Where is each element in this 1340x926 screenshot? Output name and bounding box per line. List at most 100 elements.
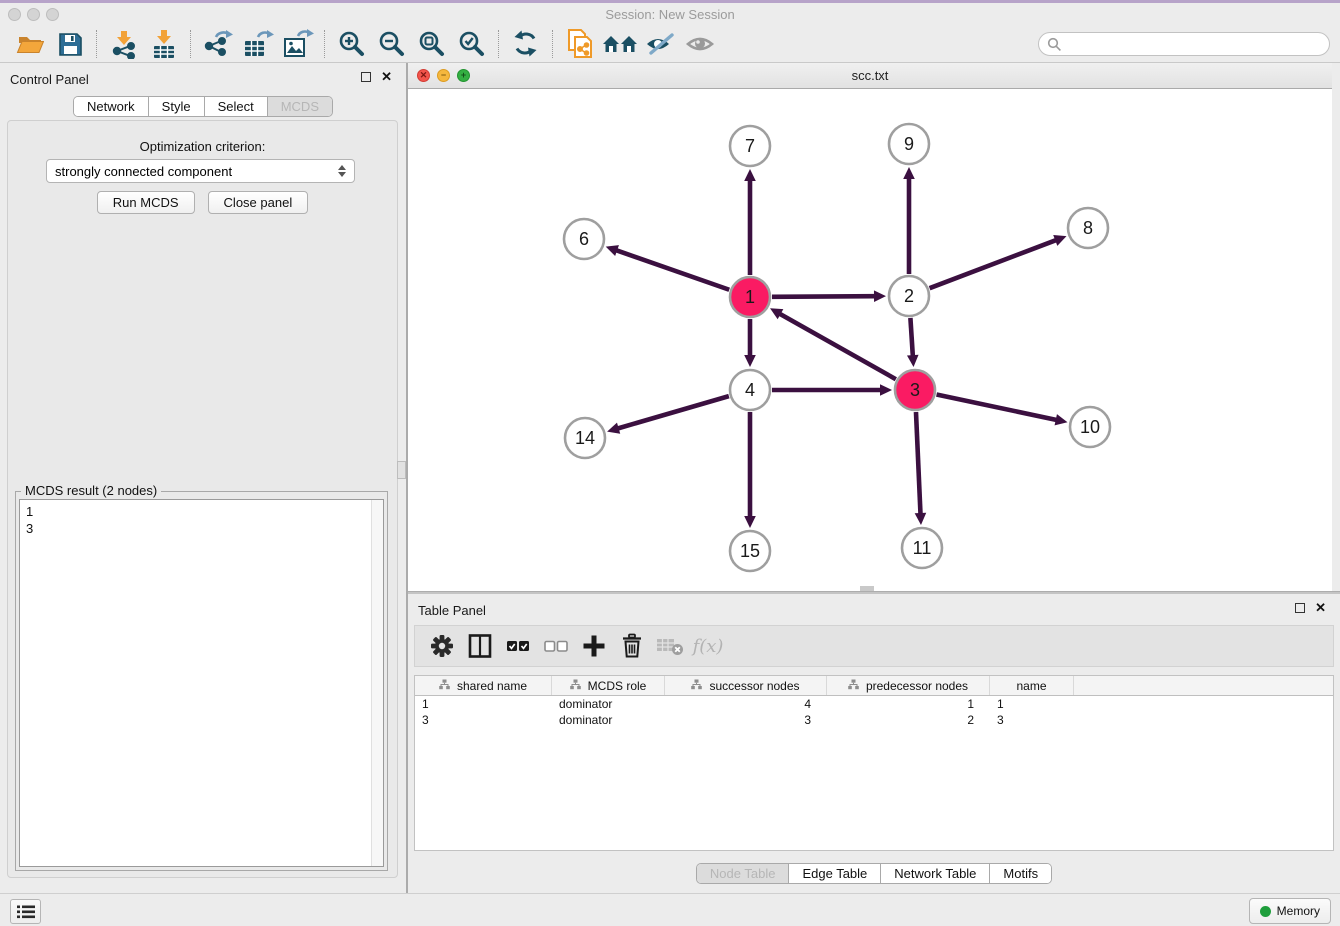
edge-3-11[interactable] — [915, 412, 927, 525]
node-7[interactable]: 7 — [730, 126, 770, 166]
tab-mcds[interactable]: MCDS — [268, 97, 332, 116]
export-network-button[interactable] — [198, 28, 238, 60]
column-header-name[interactable]: name — [990, 676, 1074, 695]
cell-name[interactable]: 1 — [990, 696, 1074, 712]
export-table-button[interactable] — [238, 28, 278, 60]
close-table-panel-icon[interactable]: ✕ — [1315, 603, 1326, 613]
edge-4-14[interactable] — [607, 396, 729, 434]
tab-network[interactable]: Network — [74, 97, 149, 116]
hide-selected-button[interactable] — [640, 28, 680, 60]
edge-2-9[interactable] — [903, 167, 915, 274]
edge-3-10[interactable] — [937, 395, 1068, 426]
column-header-predecessor-nodes[interactable]: predecessor nodes — [827, 676, 990, 695]
tab-style[interactable]: Style — [149, 97, 205, 116]
zoom-out-button[interactable] — [372, 28, 412, 60]
node-10[interactable]: 10 — [1070, 407, 1110, 447]
float-panel-icon[interactable] — [361, 72, 371, 82]
run-mcds-button[interactable]: Run MCDS — [97, 191, 195, 214]
search-input[interactable] — [1067, 36, 1329, 53]
show-all-button[interactable] — [680, 28, 720, 60]
delete-table-button[interactable] — [651, 629, 689, 663]
column-header-shared-name[interactable]: shared name — [415, 676, 552, 695]
cell-predecessor-nodes[interactable]: 2 — [827, 712, 990, 728]
toolbar-separator — [96, 30, 98, 58]
column-header-label: name — [1016, 679, 1046, 693]
cell-predecessor-nodes[interactable]: 1 — [827, 696, 990, 712]
first-neighbors-button[interactable] — [600, 28, 640, 60]
node-4[interactable]: 4 — [730, 370, 770, 410]
tab-node-table[interactable]: Node Table — [697, 864, 790, 883]
table-row[interactable]: 3dominator323 — [415, 712, 1333, 728]
node-11[interactable]: 11 — [902, 528, 942, 568]
new-network-from-selection-icon — [564, 28, 596, 60]
add-row-button[interactable] — [575, 629, 613, 663]
node-table[interactable]: shared nameMCDS role successor nodes prede… — [414, 675, 1334, 851]
select-all-columns-button[interactable] — [499, 629, 537, 663]
export-image-button[interactable] — [278, 28, 318, 60]
new-network-from-selection-button[interactable] — [560, 28, 600, 60]
tab-edge-table[interactable]: Edge Table — [789, 864, 881, 883]
node-8[interactable]: 8 — [1068, 208, 1108, 248]
cell-successor-nodes[interactable]: 4 — [665, 696, 827, 712]
edge-1-7[interactable] — [744, 169, 756, 275]
node-14[interactable]: 14 — [565, 418, 605, 458]
function-builder-button[interactable]: f(x) — [689, 629, 727, 663]
zoom-fit-button[interactable] — [412, 28, 452, 60]
table-row[interactable]: 1dominator411 — [415, 696, 1333, 712]
edge-3-1[interactable] — [770, 308, 896, 379]
zoom-selected-button[interactable] — [452, 28, 492, 60]
import-table-button[interactable] — [144, 28, 184, 60]
criterion-select[interactable]: strongly connected component — [46, 159, 355, 183]
optimization-criterion-label: Optimization criterion: — [8, 139, 397, 154]
network-graph[interactable]: 7 9 6 8 1 2 4 3 14 10 15 11 — [408, 89, 1332, 591]
save-session-button[interactable] — [50, 28, 90, 60]
apply-layout-button[interactable] — [506, 28, 546, 60]
mcds-result-textarea[interactable]: 1 3 — [19, 499, 384, 867]
edge-1-4[interactable] — [744, 319, 756, 367]
open-folder-icon — [16, 30, 44, 58]
vertical-splitter-handle[interactable] — [397, 461, 406, 479]
deselect-all-columns-button[interactable] — [537, 629, 575, 663]
column-header-successor-nodes[interactable]: successor nodes — [665, 676, 827, 695]
tab-select[interactable]: Select — [205, 97, 268, 116]
edge-4-15[interactable] — [744, 412, 756, 528]
delete-row-button[interactable] — [613, 629, 651, 663]
show-column-button[interactable] — [461, 629, 499, 663]
edge-1-2[interactable] — [772, 290, 886, 302]
edge-1-6[interactable] — [606, 245, 730, 290]
column-header-mcds-role[interactable]: MCDS role — [552, 676, 665, 695]
node-2[interactable]: 2 — [889, 276, 929, 316]
edge-2-3[interactable] — [907, 318, 919, 367]
edge-2-8[interactable] — [930, 235, 1067, 288]
zoom-in-button[interactable] — [332, 28, 372, 60]
node-6[interactable]: 6 — [564, 219, 604, 259]
svg-text:15: 15 — [740, 541, 760, 561]
node-3[interactable]: 3 — [895, 370, 935, 410]
table-settings-button[interactable] — [423, 629, 461, 663]
float-table-panel-icon[interactable] — [1295, 603, 1305, 613]
open-file-button[interactable] — [10, 28, 50, 60]
close-panel-button[interactable]: Close panel — [208, 191, 309, 214]
cell-shared-name[interactable]: 1 — [415, 696, 552, 712]
network-canvas[interactable]: 7 9 6 8 1 2 4 3 14 10 15 11 — [408, 89, 1332, 591]
import-network-button[interactable] — [104, 28, 144, 60]
mcds-result-values: 1 3 — [26, 503, 33, 537]
node-15[interactable]: 15 — [730, 531, 770, 571]
cell-mcds-role[interactable]: dominator — [552, 712, 665, 728]
tab-network-table[interactable]: Network Table — [881, 864, 990, 883]
result-scrollbar[interactable] — [371, 500, 383, 866]
task-history-button[interactable] — [10, 899, 41, 924]
edge-4-3[interactable] — [772, 384, 892, 396]
network-window-titlebar[interactable]: ✕ − + scc.txt — [408, 63, 1332, 89]
memory-button[interactable]: Memory — [1249, 898, 1331, 924]
cell-mcds-role[interactable]: dominator — [552, 696, 665, 712]
close-panel-icon[interactable]: ✕ — [381, 72, 392, 82]
cell-shared-name[interactable]: 3 — [415, 712, 552, 728]
node-9[interactable]: 9 — [889, 124, 929, 164]
search-field[interactable] — [1038, 32, 1330, 56]
node-1[interactable]: 1 — [730, 277, 770, 317]
cell-successor-nodes[interactable]: 3 — [665, 712, 827, 728]
cell-name[interactable]: 3 — [990, 712, 1074, 728]
tab-motifs[interactable]: Motifs — [990, 864, 1051, 883]
column-header-label: successor nodes — [709, 679, 799, 693]
